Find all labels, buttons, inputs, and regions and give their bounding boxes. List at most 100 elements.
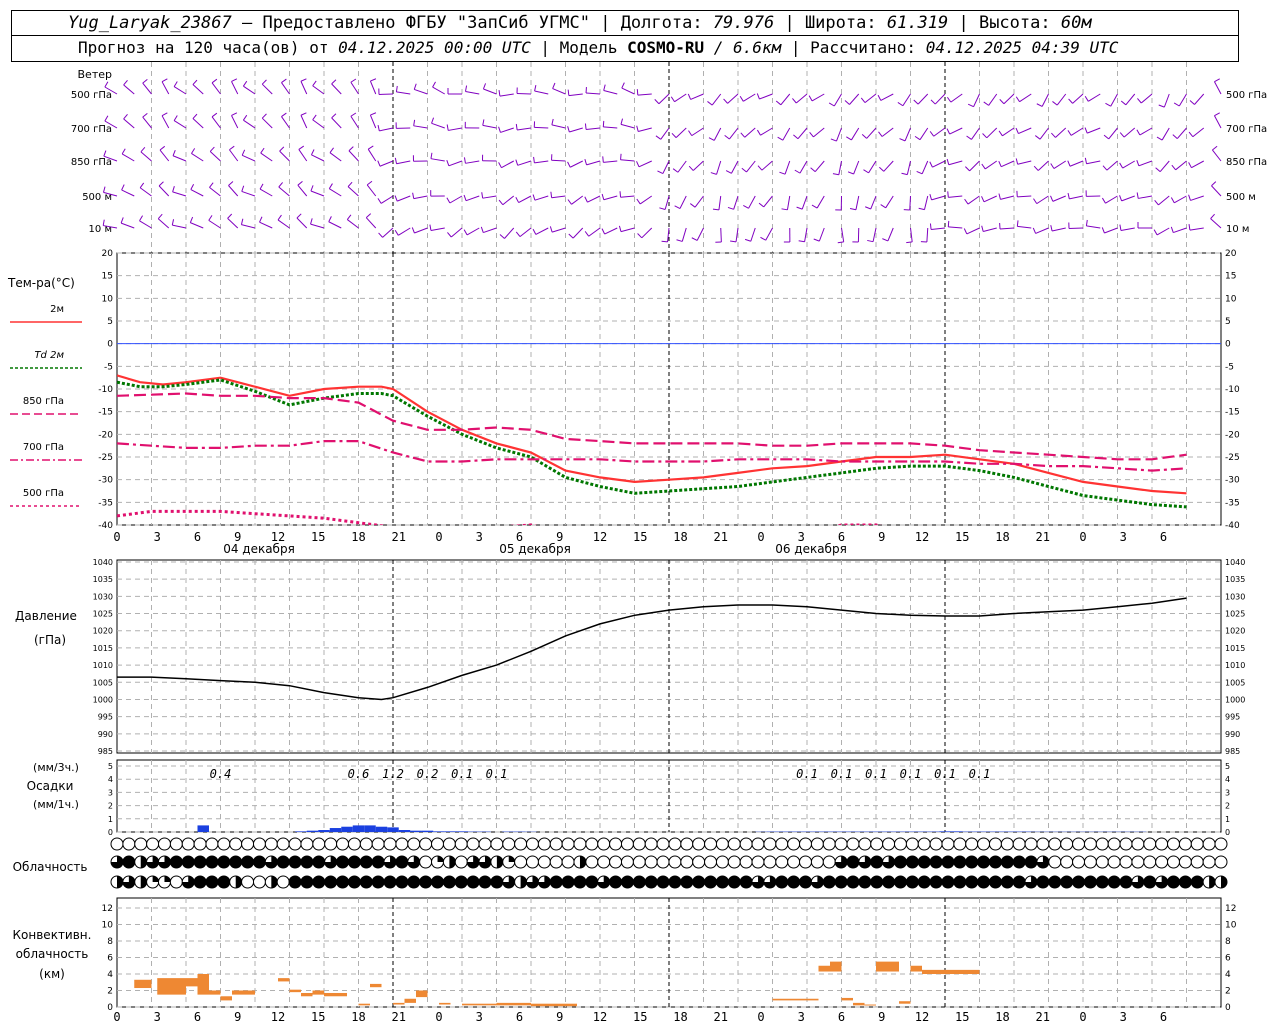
cloud-cover-fill — [372, 876, 385, 888]
wind-barb-feather — [636, 161, 640, 168]
wind-barb-feather — [370, 112, 377, 116]
wind-barb-feather — [929, 131, 935, 137]
time-tick-label: 15 — [633, 530, 647, 544]
wind-barb — [934, 93, 946, 105]
precip-bar — [329, 828, 342, 832]
wind-level-label-right: 500 гПа — [1226, 90, 1267, 101]
cloud-cover-circle — [157, 837, 171, 851]
wind-level-label-left: 700 гПа — [71, 124, 112, 135]
time-tick-label: 21 — [1036, 530, 1050, 544]
wind-barb-feather — [621, 82, 625, 89]
convective-tick-right: 12 — [1225, 904, 1236, 914]
wind-barb-feather — [394, 195, 398, 202]
wind-barb-feather — [929, 193, 933, 200]
pressure-tick-left: 1005 — [93, 678, 113, 687]
wind-barb — [1210, 218, 1222, 229]
precip-amount-label: 0.1 — [831, 767, 853, 781]
precip-bar — [444, 831, 457, 832]
precip-bar — [375, 826, 388, 832]
wind-barb-feather — [657, 170, 664, 175]
wind-barb-feather — [567, 199, 572, 205]
wind-barb-feather — [228, 181, 234, 186]
wind-barb — [348, 150, 359, 162]
time-tick-label-bottom: 0 — [435, 1010, 442, 1024]
cloud-cover-circle — [1083, 855, 1097, 869]
cloud-cover-fill — [579, 856, 586, 868]
cloud-cover-fill — [562, 876, 575, 888]
pressure-tick-left: 1030 — [93, 592, 113, 601]
wind-barb — [637, 93, 652, 96]
wind-barb-feather — [329, 147, 334, 153]
wind-barb — [780, 93, 791, 106]
wind-barb — [733, 195, 739, 210]
wind-barb — [502, 195, 515, 206]
wind-barb — [1106, 160, 1118, 171]
wind-barb-feather — [676, 239, 683, 242]
wind-barb-feather — [300, 112, 307, 116]
precip-bar — [318, 830, 330, 832]
wind-barb-feather — [310, 185, 314, 192]
meteogram-chart: Ветер 500 гПа 500 гПа 700 гПа 700 гПа 850 гПа… — [7, 62, 1267, 1024]
precip-tick-right: 1 — [1225, 815, 1230, 824]
cloud-cover-fill — [930, 856, 943, 868]
wind-barb — [786, 195, 791, 210]
wind-barb-feather — [312, 80, 317, 87]
cloud-cover-circle — [395, 837, 409, 851]
pressure-tick-left: 985 — [98, 747, 113, 756]
wind-barb — [691, 127, 704, 137]
time-tick-label-bottom: 15 — [311, 1010, 325, 1024]
cloud-cover-fill — [241, 856, 254, 868]
convective-bar — [404, 998, 416, 1003]
cloud-cover-fill — [271, 876, 278, 889]
cloud-cover-fill — [235, 876, 242, 888]
cloud-cover-circle — [870, 837, 884, 851]
cloud-cover-fill — [431, 876, 444, 888]
wind-barb-feather — [347, 181, 353, 187]
cloud-cover-fill — [336, 876, 349, 888]
wind-barb-feather — [620, 153, 622, 160]
time-tick-label-bottom: 18 — [351, 1010, 365, 1024]
wind-barb-feather — [906, 241, 913, 244]
cloud-cover-fill — [1096, 876, 1109, 888]
wind-barb-feather — [601, 228, 606, 235]
convective-unit: (км) — [39, 967, 65, 981]
wind-barb — [312, 119, 325, 129]
wind-barb — [172, 155, 187, 162]
pressure-tick-left: 1010 — [93, 661, 113, 670]
cloud-cover-fill — [609, 876, 622, 888]
wind-barb — [466, 227, 480, 236]
cloud-cover-fill — [1001, 876, 1014, 888]
wind-barb-feather — [712, 208, 719, 211]
cloud-cover-fill — [312, 876, 325, 888]
cloud-cover-fill — [520, 876, 527, 888]
wind-barb — [730, 160, 739, 174]
cloud-cover-fill — [407, 876, 420, 888]
wind-title: Ветер — [78, 68, 112, 81]
cloud-cover-circle — [1214, 837, 1228, 851]
wind-barb-feather — [659, 207, 666, 210]
wind-barb-feather — [602, 156, 604, 163]
wind-barb-feather — [756, 93, 760, 100]
wind-barb — [664, 195, 670, 210]
wind-barb-feather — [208, 215, 213, 221]
cloud-cover-circle — [810, 855, 824, 869]
wind-barb-feather — [744, 238, 751, 242]
cloud-cover-circle — [917, 837, 931, 851]
wind-barb-feather — [515, 197, 520, 203]
wind-barb-feather — [654, 99, 660, 105]
wind-barb-feather — [1067, 130, 1072, 136]
cloud-cover-circle — [169, 875, 183, 889]
wind-barb-feather — [760, 236, 766, 241]
cloud-cover-circle — [751, 837, 765, 851]
wind-barb — [986, 127, 998, 139]
wind-barb-feather — [998, 130, 1003, 137]
wind-barb-feather — [159, 145, 166, 151]
temperature-tick-right: -5 — [1225, 362, 1234, 372]
wind-barb — [414, 227, 428, 234]
wind-barb-feather — [1172, 134, 1178, 139]
wind-barb — [881, 127, 894, 137]
cloud-cover-circle — [858, 837, 872, 851]
wind-barb-feather — [1084, 95, 1089, 102]
cloud-cover-fill — [799, 876, 812, 888]
wind-barb-feather — [963, 228, 968, 235]
